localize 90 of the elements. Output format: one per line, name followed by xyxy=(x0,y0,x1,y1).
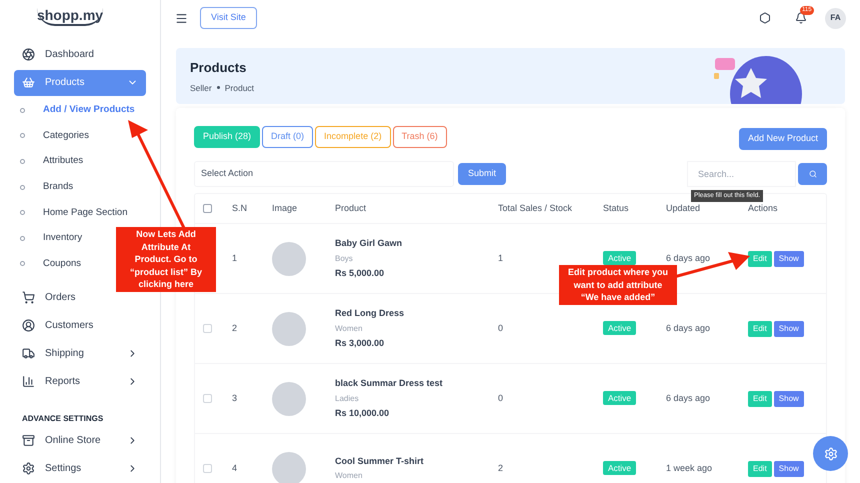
bullet-icon xyxy=(20,261,25,266)
product-price: Rs 10,000.00 xyxy=(335,406,390,420)
breadcrumb-item: Product xyxy=(224,82,254,94)
logo[interactable]: shopp.my xyxy=(36,8,104,26)
product-name[interactable]: black Summar Dress test xyxy=(335,377,498,390)
photo-placeholder xyxy=(272,382,306,416)
truck-icon xyxy=(22,347,35,360)
column-header: Status xyxy=(603,202,629,213)
photo-placeholder xyxy=(272,242,306,276)
sidebar-item[interactable]: Settings xyxy=(14,455,146,481)
notification-icon[interactable] xyxy=(795,12,807,24)
column-header: Image xyxy=(272,202,298,213)
product-price: Rs 3,000.00 xyxy=(335,336,386,350)
search-icon xyxy=(808,170,816,178)
photo-placeholder xyxy=(272,312,306,346)
bullet-icon xyxy=(20,236,25,241)
basket-icon xyxy=(22,76,35,90)
user-circle-icon xyxy=(22,319,35,332)
table-cell: 1 xyxy=(498,252,504,263)
sidebar-item[interactable]: Online Store xyxy=(14,427,146,453)
action-select[interactable]: Select Action xyxy=(194,161,454,187)
table-cell: 1 week ago xyxy=(666,462,712,473)
show-button[interactable]: Show xyxy=(774,250,804,266)
status-badge: Active xyxy=(603,250,636,265)
product-category: Women xyxy=(335,470,364,482)
status-badge: Active xyxy=(603,320,636,335)
row-checkbox[interactable] xyxy=(203,464,212,473)
table-cell: 4 xyxy=(232,462,238,473)
submenu-item[interactable]: Attributes xyxy=(43,154,84,169)
submenu-item[interactable]: Add / View Products xyxy=(43,103,135,118)
column-header: Total Sales / Stock xyxy=(498,202,572,213)
table-cell: 2 xyxy=(232,322,238,333)
sidebar-item[interactable]: Shipping xyxy=(14,340,146,367)
aperture-icon xyxy=(22,48,35,62)
product-category: Boys xyxy=(335,252,354,264)
product-category: Women xyxy=(335,322,364,334)
product-name[interactable]: Baby Girl Gawn xyxy=(335,237,498,250)
bullet-icon xyxy=(20,133,25,138)
submenu-item[interactable]: Brands xyxy=(43,180,74,194)
table-cell: 6 days ago xyxy=(666,252,710,263)
row-checkbox[interactable] xyxy=(203,324,212,333)
submenu-item[interactable]: Coupons xyxy=(43,256,82,272)
bullet-icon xyxy=(20,184,25,190)
column-header: Actions xyxy=(748,202,778,213)
column-header: S.N xyxy=(232,202,248,213)
menu-icon[interactable] xyxy=(175,12,188,24)
search-button[interactable] xyxy=(798,163,827,185)
show-button[interactable]: Show xyxy=(774,320,804,336)
sidebar-item[interactable]: Customers xyxy=(14,312,146,339)
visit-site-button[interactable]: Visit Site xyxy=(200,7,257,29)
column-header: Updated xyxy=(666,202,700,213)
table-cell: 2 xyxy=(498,462,504,473)
breadcrumb-separator-icon xyxy=(216,86,220,90)
select-all-checkbox[interactable] xyxy=(203,204,212,213)
product-name[interactable]: Red Long Dress xyxy=(335,307,498,320)
status-badge: Active xyxy=(603,390,636,405)
table-cell: 6 days ago xyxy=(666,322,710,333)
show-button[interactable]: Show xyxy=(774,460,804,476)
sidebar-item[interactable]: Dashboard xyxy=(14,42,146,68)
settings-fab[interactable] xyxy=(813,436,848,471)
show-button[interactable]: Show xyxy=(774,390,804,406)
page-title: Products xyxy=(190,59,248,77)
column-header: Product xyxy=(335,202,366,213)
product-name[interactable]: Cool Summer T-shirt xyxy=(335,454,498,468)
bullet-icon xyxy=(20,210,25,216)
bullet-icon xyxy=(20,108,25,113)
archive-icon xyxy=(22,434,35,446)
bullet-icon xyxy=(20,159,25,164)
submenu-item[interactable]: Inventory xyxy=(43,231,82,246)
status-badge: Active xyxy=(603,460,636,475)
search-field[interactable]: Search... xyxy=(687,161,796,187)
table-cell: 0 xyxy=(498,322,504,333)
submenu-item[interactable]: Home Page Section xyxy=(43,206,128,220)
photo-placeholder xyxy=(272,452,306,483)
section-heading: ADVANCE SETTINGS xyxy=(22,413,104,425)
table-cell: 3 xyxy=(232,392,238,403)
bar-chart-icon xyxy=(22,375,35,388)
table-cell: 6 days ago xyxy=(666,392,710,403)
avatar[interactable]: FA xyxy=(825,8,846,28)
annotation-callout: Edit product where you want to add attribute “We have added” xyxy=(559,265,677,304)
breadcrumb-item[interactable]: Seller xyxy=(190,82,212,94)
table-cell: 1 xyxy=(232,252,238,263)
row-checkbox[interactable] xyxy=(203,394,212,403)
product-price: Rs 5,000.00 xyxy=(335,266,386,280)
submenu-item[interactable]: Categories xyxy=(43,128,89,144)
sidebar-item[interactable]: Reports xyxy=(14,368,146,395)
product-category: Ladies xyxy=(335,392,360,404)
table-cell: 0 xyxy=(498,392,504,403)
annotation-callout: Now Lets Add Attribute At Product. Go to “product list” By clicking here xyxy=(116,227,216,292)
cart-icon xyxy=(22,291,35,304)
